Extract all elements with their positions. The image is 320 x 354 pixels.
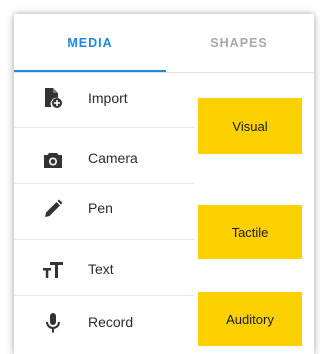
list-item-record[interactable]: Record [14, 296, 194, 351]
list-item-label: Import [88, 90, 128, 106]
list-item-camera[interactable]: Camera [14, 128, 194, 184]
list-item-text[interactable]: Text [14, 240, 194, 296]
text-size-icon [42, 259, 64, 281]
microphone-icon [42, 312, 64, 334]
sticky-note-visual[interactable]: Visual [198, 98, 302, 154]
tab-shapes[interactable]: SHAPES [184, 14, 294, 72]
pen-icon [42, 198, 64, 220]
media-panel: MEDIA SHAPES Import Camera Pen Text Reco… [14, 14, 314, 354]
sticky-note-auditory[interactable]: Auditory [198, 292, 302, 346]
list-item-label: Record [88, 314, 134, 330]
list-item-import[interactable]: Import [14, 72, 194, 128]
tab-media[interactable]: MEDIA [14, 14, 166, 72]
list-item-label: Text [88, 261, 114, 277]
list-item-pen[interactable]: Pen [14, 184, 194, 240]
camera-icon [42, 149, 64, 171]
sticky-note-tactile[interactable]: Tactile [198, 205, 302, 259]
list-item-label: Pen [88, 200, 113, 216]
list-item-label: Camera [88, 150, 138, 166]
file-import-icon [42, 87, 64, 109]
tab-bar: MEDIA SHAPES [14, 14, 314, 73]
media-list: Import Camera Pen Text Record [14, 72, 194, 351]
